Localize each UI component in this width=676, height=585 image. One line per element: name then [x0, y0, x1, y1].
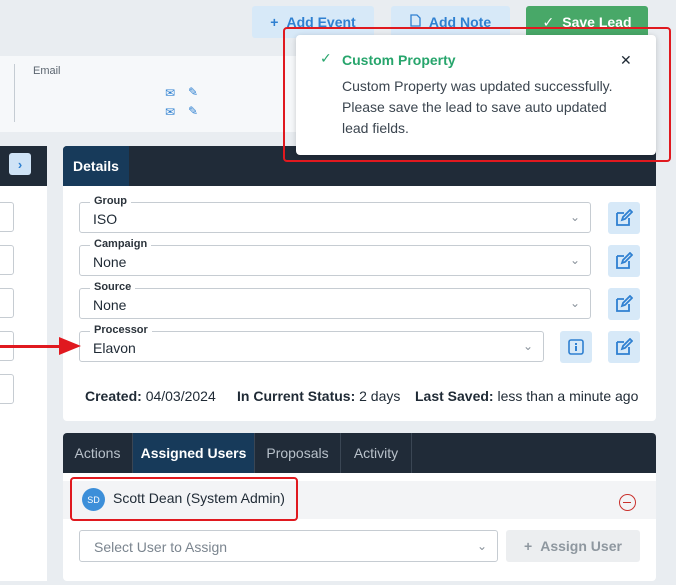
saved-value: less than a minute ago: [497, 388, 639, 404]
source-label: Source: [90, 281, 136, 293]
saved-label: Last Saved:: [415, 388, 494, 404]
assign-user-button[interactable]: + Assign User: [506, 530, 640, 562]
saved-meta: Last Saved: less than a minute ago: [415, 388, 638, 404]
left-field[interactable]: [0, 374, 14, 404]
edit-icon: [616, 338, 633, 355]
chevron-down-icon: ⌄: [476, 539, 487, 553]
tab-proposals[interactable]: Proposals: [255, 433, 341, 473]
edit-campaign-button[interactable]: [608, 245, 640, 277]
email-label: Email: [33, 65, 61, 77]
plus-icon: +: [524, 538, 533, 554]
edit-icon[interactable]: ✎: [188, 105, 198, 117]
assign-user-placeholder: Select User to Assign: [94, 539, 228, 555]
status-meta: In Current Status: 2 days: [237, 388, 400, 404]
group-value: ISO: [93, 211, 118, 227]
tab-details[interactable]: Details: [63, 146, 129, 186]
chevron-down-icon: ⌄: [569, 296, 580, 310]
assign-user-label: Assign User: [540, 538, 622, 554]
highlight-box: [70, 477, 298, 521]
tab-actions[interactable]: Actions: [63, 433, 133, 473]
remove-circle-icon[interactable]: [619, 494, 636, 511]
processor-label: Processor: [90, 324, 152, 336]
created-meta: Created: 04/03/2024: [85, 388, 216, 404]
edit-source-button[interactable]: [608, 288, 640, 320]
status-label: In Current Status:: [237, 388, 356, 404]
edit-icon: [616, 295, 633, 312]
group-select[interactable]: Group ISO ⌄: [79, 195, 591, 233]
source-select[interactable]: Source None ⌄: [79, 281, 591, 319]
divider: [14, 64, 15, 122]
edit-group-button[interactable]: [608, 202, 640, 234]
plus-icon: +: [270, 14, 279, 30]
details-panel: Details Group ISO ⌄ Campaign None ⌄ Sour…: [63, 146, 656, 421]
source-value: None: [93, 297, 127, 313]
processor-info-button[interactable]: [560, 331, 592, 363]
campaign-select[interactable]: Campaign None ⌄: [79, 238, 591, 276]
edit-processor-button[interactable]: [608, 331, 640, 363]
annotation-arrow-head: [59, 337, 81, 355]
mail-icon[interactable]: ✉: [165, 87, 175, 99]
edit-icon: [616, 252, 633, 269]
chevron-right-icon[interactable]: ›: [9, 153, 31, 175]
edit-icon: [616, 209, 633, 226]
campaign-label: Campaign: [90, 238, 152, 250]
left-field[interactable]: [0, 245, 14, 275]
edit-icon[interactable]: ✎: [188, 86, 198, 98]
mail-icon[interactable]: ✉: [165, 106, 175, 118]
campaign-value: None: [93, 254, 127, 270]
processor-value: Elavon: [93, 340, 136, 356]
tab-assigned-users[interactable]: Assigned Users: [133, 433, 255, 473]
chevron-down-icon: ⌄: [522, 339, 533, 353]
created-label: Created:: [85, 388, 142, 404]
info-icon: [568, 339, 584, 355]
group-label: Group: [90, 195, 131, 207]
annotation-arrow: [0, 345, 62, 348]
processor-select[interactable]: Processor Elavon ⌄: [79, 324, 544, 362]
chevron-down-icon: ⌄: [569, 210, 580, 224]
status-value: 2 days: [359, 388, 401, 404]
highlight-box: [283, 27, 671, 162]
created-value: 04/03/2024: [145, 388, 216, 404]
left-panel: [0, 186, 47, 581]
assign-user-select[interactable]: Select User to Assign ⌄: [79, 530, 498, 562]
left-field[interactable]: [0, 288, 14, 318]
chevron-down-icon: ⌄: [569, 253, 580, 267]
tab-activity[interactable]: Activity: [341, 433, 412, 473]
left-field[interactable]: [0, 202, 14, 232]
